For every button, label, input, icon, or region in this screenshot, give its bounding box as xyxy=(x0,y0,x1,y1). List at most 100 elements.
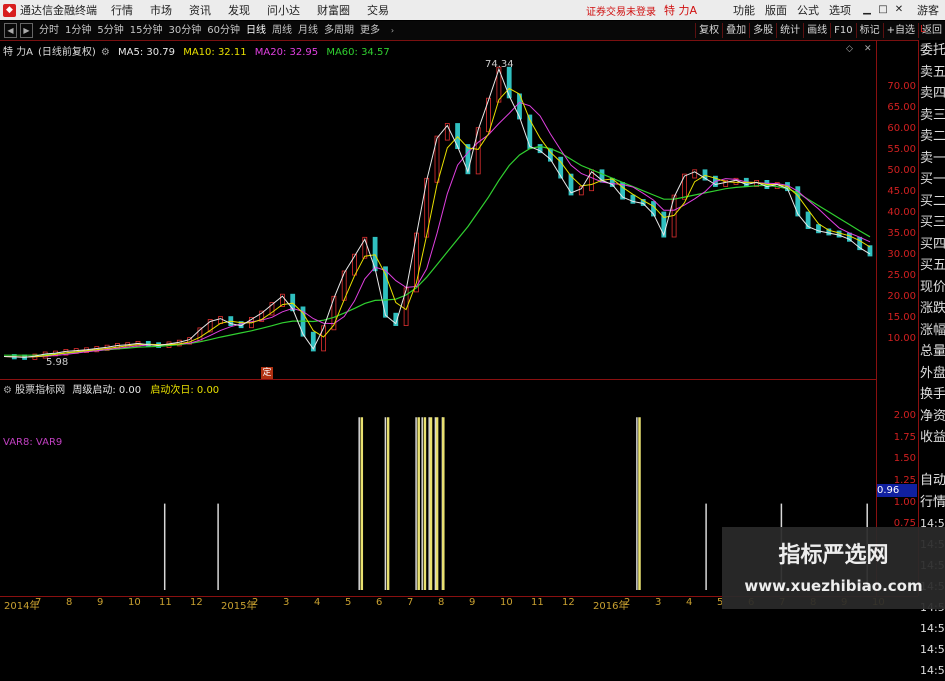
menu-wenxiaoda[interactable]: 问小达 xyxy=(267,2,300,18)
menu-banmian[interactable]: 版面 xyxy=(765,2,787,18)
close-icon[interactable]: ✕ xyxy=(893,4,905,16)
quote-panel-item[interactable]: 卖一 xyxy=(919,148,945,170)
menu-caifuquan[interactable]: 财富圈 xyxy=(317,2,350,18)
period-multi[interactable]: 多周期 xyxy=(321,23,357,38)
prev-arrow-icon[interactable]: ◀ xyxy=(4,23,17,38)
period-daily[interactable]: 日线 xyxy=(243,23,269,38)
menu-faxian[interactable]: 发现 xyxy=(228,2,250,18)
x-tick-label: 7 xyxy=(407,597,414,608)
period-fenshi[interactable]: 分时 xyxy=(36,23,62,38)
menu-gongneng[interactable]: 功能 xyxy=(733,2,755,18)
next-arrow-icon[interactable]: ▶ xyxy=(20,23,33,38)
y-axis: 70.00 65.00 60.00 55.00 50.00 45.00 40.00 35.00… xyxy=(876,40,919,596)
quote-panel-item[interactable]: 买五 xyxy=(919,255,945,277)
x-tick-label: 2 xyxy=(624,597,631,608)
quote-panel-item[interactable]: 卖五 xyxy=(919,62,945,84)
f10-button[interactable]: F10 xyxy=(830,23,855,38)
ma60-line xyxy=(4,145,871,356)
y-tick-label: 25.00 xyxy=(887,270,916,282)
chart-options-icon[interactable]: ◇ xyxy=(846,44,856,54)
quote-panel-item[interactable]: 买一 xyxy=(919,169,945,191)
diejia-button[interactable]: 叠加 xyxy=(722,23,749,38)
quote-panel-item[interactable]: 净资 xyxy=(919,406,945,428)
x-tick-label: 12 xyxy=(562,597,575,608)
y-tick-label: 40.00 xyxy=(887,207,916,218)
period-weekly[interactable]: 周线 xyxy=(269,23,295,38)
menu-shichang[interactable]: 市场 xyxy=(150,2,172,18)
price-chart[interactable] xyxy=(0,40,876,380)
menu-hangqing[interactable]: 行情 xyxy=(111,2,133,18)
y-tick-label: 35.00 xyxy=(887,228,916,240)
y-tick-label: 10.00 xyxy=(887,333,916,345)
login-status[interactable]: 证券交易未登录 xyxy=(586,3,656,18)
panel-corner[interactable]: L xyxy=(920,24,926,35)
guest-label[interactable]: 游客 xyxy=(917,2,939,18)
tick-time: 14:56 xyxy=(920,622,945,635)
x-tick-label: 12 xyxy=(190,597,203,608)
period-1min[interactable]: 1分钟 xyxy=(62,23,94,38)
menu-jiaoyi[interactable]: 交易 xyxy=(367,2,389,18)
ma10-line xyxy=(3,87,871,358)
x-tick-label: 11 xyxy=(531,597,544,608)
huaxian-button[interactable]: 画线 xyxy=(803,23,830,38)
app-title: 通达信金融终端 xyxy=(20,4,97,17)
indicator-y-tick-label: 1.50 xyxy=(893,453,916,465)
legend-ma10: MA10: 32.11 xyxy=(183,47,247,58)
low-price-label: 5.98 xyxy=(46,357,69,368)
quote-panel-item[interactable]: 涨幅 xyxy=(919,320,945,342)
menu-zixun[interactable]: 资讯 xyxy=(189,2,211,18)
x-tick-label: 3 xyxy=(283,597,290,608)
fuquan-button[interactable]: 复权 xyxy=(695,23,722,38)
watermark-banner: 指标严选网 www.xuezhibiao.com xyxy=(722,527,945,609)
x-tick-label: 4 xyxy=(686,597,693,608)
x-tick-label: 6 xyxy=(376,597,383,608)
quote-panel-item[interactable]: 现价 xyxy=(919,277,945,299)
period-more[interactable]: 更多 xyxy=(357,23,383,38)
period-monthly[interactable]: 月线 xyxy=(295,23,321,38)
quote-panel-item[interactable]: 收益 xyxy=(919,427,945,449)
duogu-button[interactable]: 多股 xyxy=(749,23,776,38)
x-tick-label: 7 xyxy=(35,597,42,608)
panel-separator[interactable] xyxy=(0,379,876,380)
y-tick-label: 45.00 xyxy=(887,185,916,197)
quote-panel-item[interactable]: 行情 xyxy=(919,492,945,514)
quote-panel-item[interactable]: 卖三 xyxy=(919,105,945,127)
quote-panel-item[interactable]: 卖四 xyxy=(919,83,945,105)
legend-ma5: MA5: 30.79 xyxy=(118,47,176,58)
quote-panel-item[interactable]: 换手 xyxy=(919,384,945,406)
period-30min[interactable]: 30分钟 xyxy=(165,23,204,38)
period-60min[interactable]: 60分钟 xyxy=(204,23,243,38)
quote-panel-item[interactable]: 委托 xyxy=(919,40,945,62)
period-15min[interactable]: 15分钟 xyxy=(127,23,166,38)
quote-panel-item[interactable]: 外盘 xyxy=(919,363,945,385)
biaoji-button[interactable]: 标记 xyxy=(855,23,883,38)
y-tick-label: 55.00 xyxy=(887,143,916,155)
y-tick-label: 50.00 xyxy=(887,164,916,176)
quote-panel-item[interactable] xyxy=(919,449,945,471)
maximize-icon[interactable]: □ xyxy=(877,4,889,16)
quote-panel-item[interactable]: 涨跌 xyxy=(919,298,945,320)
period-5min[interactable]: 5分钟 xyxy=(94,23,126,38)
app-logo-icon: ◆ xyxy=(3,3,16,17)
minimize-icon[interactable]: ▁ xyxy=(861,4,873,16)
period-toolbar: ◀ ▶ 分时 1分钟 5分钟 15分钟 30分钟 60分钟 日线 周线 月线 多… xyxy=(0,21,945,41)
watermark-url: www.xuezhibiao.com xyxy=(744,577,923,595)
y-tick-label: 65.00 xyxy=(887,101,916,113)
y-tick-label: 20.00 xyxy=(887,291,916,303)
quote-panel-item[interactable]: 卖二 xyxy=(919,126,945,148)
x-tick-label: 11 xyxy=(159,597,172,608)
quote-panel-item[interactable]: 自动 xyxy=(919,470,945,492)
x-tick-label: 9 xyxy=(469,597,476,608)
quote-panel-item[interactable]: 买二 xyxy=(919,191,945,213)
quote-panel-item[interactable]: 买四 xyxy=(919,234,945,256)
menu-gongshi[interactable]: 公式 xyxy=(797,2,819,18)
legend-settings-icon[interactable]: ⚙ xyxy=(101,47,110,58)
add-watchlist-button[interactable]: +自选 xyxy=(882,23,918,38)
event-badge[interactable]: 定 xyxy=(261,367,273,379)
quote-panel-item[interactable]: 总量 xyxy=(919,341,945,363)
more-dropdown-icon[interactable]: › xyxy=(387,24,398,37)
menu-xuanxiang[interactable]: 选项 xyxy=(829,2,851,18)
tongji-button[interactable]: 统计 xyxy=(776,23,803,38)
quote-panel-item[interactable]: 买三 xyxy=(919,212,945,234)
chart-close-icon[interactable]: ✕ xyxy=(864,44,874,54)
